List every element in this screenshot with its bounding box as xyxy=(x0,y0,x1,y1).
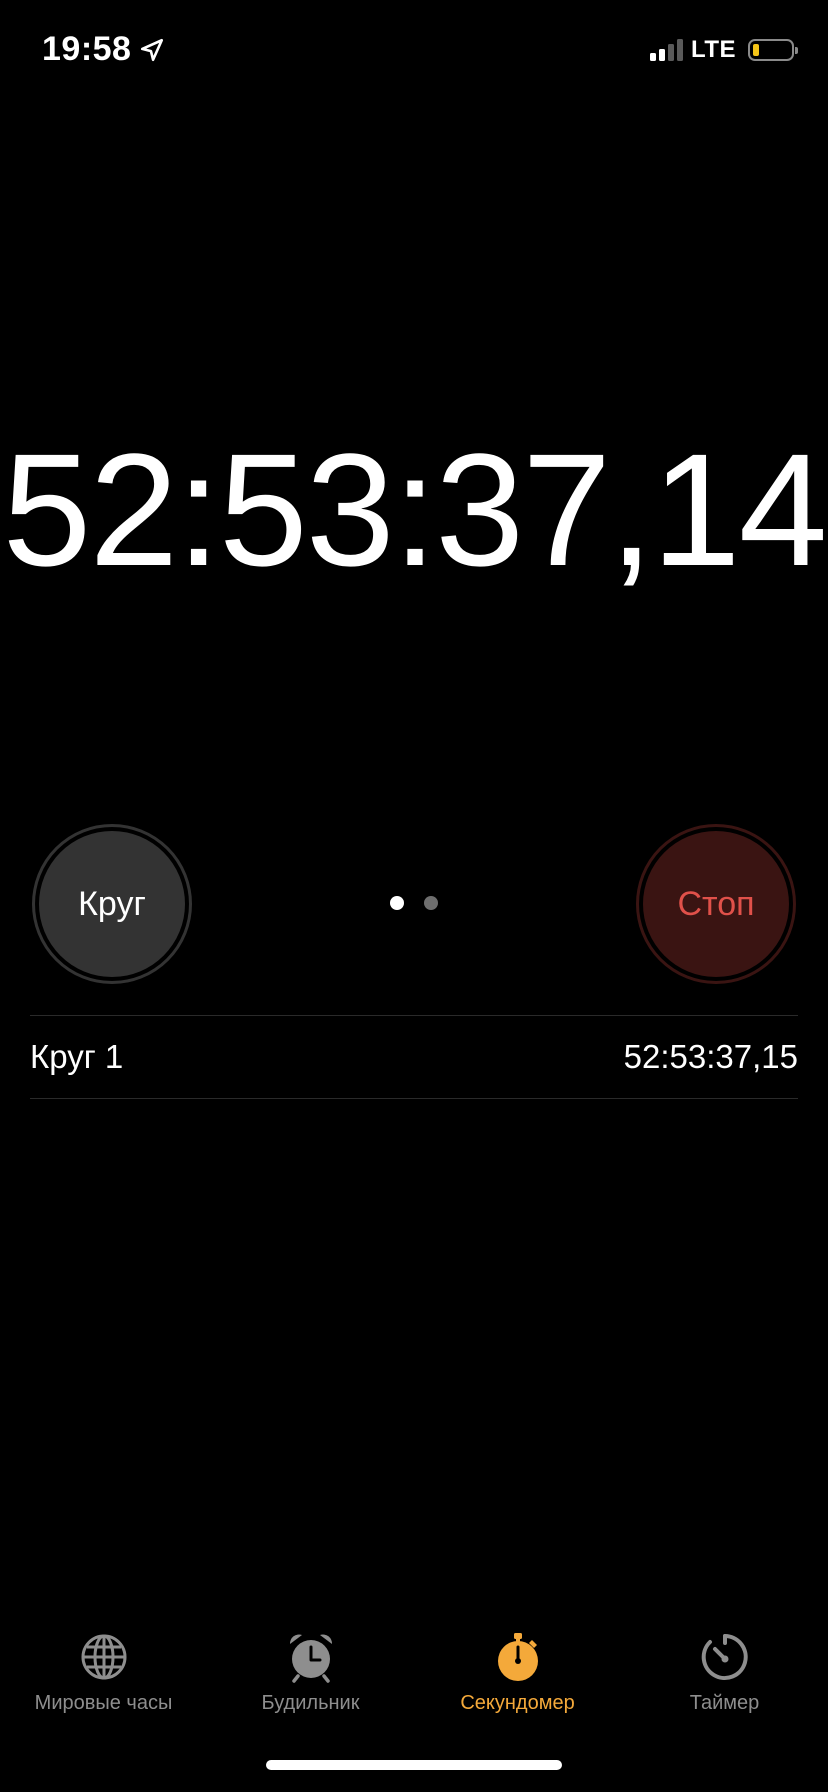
tab-label: Мировые часы xyxy=(34,1692,173,1714)
lap-button[interactable]: Круг xyxy=(32,824,192,984)
status-bar-time: 19:58 xyxy=(42,30,165,69)
page-dot xyxy=(390,896,404,910)
tab-timer[interactable]: Таймер xyxy=(621,1630,828,1730)
stop-button-face: Стоп xyxy=(643,831,789,977)
alarm-clock-icon xyxy=(289,1634,332,1683)
stopwatch-elapsed-time: 52:53:37,14 xyxy=(2,420,827,599)
lap-button-label: Круг xyxy=(78,884,146,923)
lap-time: 52:53:37,15 xyxy=(623,1038,798,1075)
clock-time: 19:58 xyxy=(42,30,132,68)
tab-world-clock[interactable]: Мировые часы xyxy=(0,1630,207,1730)
battery-low-icon xyxy=(748,39,798,61)
tab-bar: Мировые часы Будильник Секундомер Таймер xyxy=(0,1630,828,1730)
tab-label: Секундомер xyxy=(460,1692,575,1714)
timer-icon xyxy=(701,1634,748,1680)
home-indicator[interactable] xyxy=(266,1760,562,1770)
lap-button-face: Круг xyxy=(39,831,185,977)
location-arrow-icon xyxy=(141,38,164,61)
status-bar-indicators: LTE xyxy=(649,34,798,66)
lap-row: Круг 1 52:53:37,15 xyxy=(30,1016,798,1098)
tab-stopwatch[interactable]: Секундомер xyxy=(414,1630,621,1730)
lap-list-bottom-divider xyxy=(30,1098,798,1099)
cellular-signal-icon xyxy=(649,39,683,61)
stopwatch-icon xyxy=(497,1633,538,1681)
page-dot xyxy=(424,896,438,910)
tab-label: Таймер xyxy=(689,1692,760,1714)
stop-button-label: Стоп xyxy=(677,884,755,923)
page-indicator[interactable] xyxy=(390,896,438,910)
tab-label: Будильник xyxy=(261,1692,360,1714)
network-type: LTE xyxy=(690,36,736,63)
stop-button[interactable]: Стоп xyxy=(636,824,796,984)
tab-alarm[interactable]: Будильник xyxy=(207,1630,414,1730)
lap-label: Круг 1 xyxy=(30,1038,124,1075)
globe-icon xyxy=(81,1634,126,1680)
